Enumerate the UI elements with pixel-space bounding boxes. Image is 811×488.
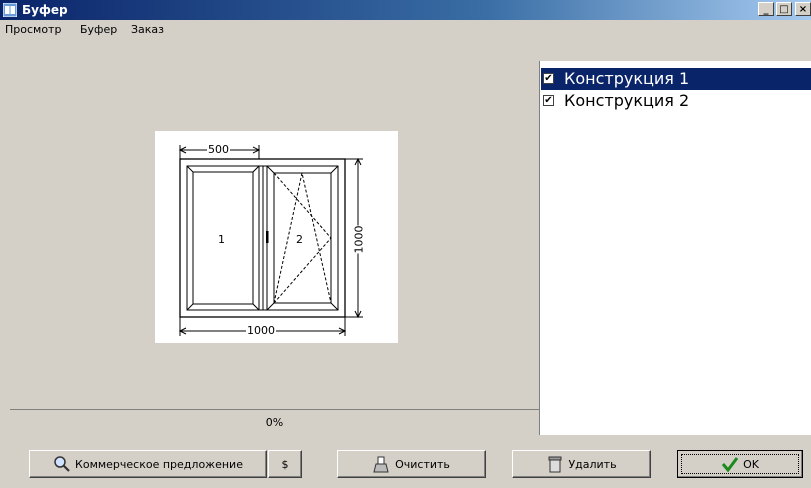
list-item[interactable]: ✔ Конструкция 2 (541, 90, 811, 112)
title-bar: Буфер _ □ × (0, 0, 811, 20)
clear-label: Очистить (395, 457, 450, 471)
menu-order[interactable]: Заказ (131, 23, 164, 36)
currency-button[interactable]: $ (268, 450, 302, 478)
checkbox[interactable]: ✔ (543, 95, 554, 106)
list-item-label: Конструкция 1 (561, 68, 693, 90)
commercial-offer-button[interactable]: Коммерческое предложение (29, 450, 267, 478)
dimension-right-label: 1000 (352, 225, 366, 254)
list-item[interactable]: ✔ Конструкция 1 (541, 68, 811, 90)
minimize-button[interactable]: _ (758, 2, 774, 16)
close-button[interactable]: × (795, 2, 811, 16)
menu-buffer[interactable]: Буфер (80, 23, 117, 36)
menu-bar: Просмотр Буфер Заказ (0, 20, 811, 39)
delete-button[interactable]: Удалить (512, 450, 651, 478)
progress-text: 0% (265, 416, 284, 429)
window-app-icon[interactable] (3, 3, 17, 17)
preview-panel: 500 1000 1000 1 2 (10, 61, 539, 409)
currency-label: $ (281, 457, 289, 471)
ok-label: OK (743, 457, 759, 471)
magnifier-icon (54, 456, 70, 472)
checkmark-icon (721, 457, 739, 473)
construction-list: ✔ Конструкция 1 ✔ Конструкция 2 (541, 61, 811, 435)
sash-1-label: 1 (218, 233, 225, 246)
maximize-button[interactable]: □ (776, 2, 792, 16)
ok-focus-frame: OK (681, 454, 799, 474)
ok-button[interactable]: OK (677, 450, 803, 478)
trash-icon (548, 456, 562, 473)
button-bar: Коммерческое предложение $ Очистить Удал… (0, 438, 811, 488)
progress-status: 0% (10, 409, 539, 436)
clear-button[interactable]: Очистить (337, 450, 486, 478)
broom-icon (373, 456, 389, 473)
window-title: Буфер (22, 3, 68, 17)
checkbox[interactable]: ✔ (543, 73, 554, 84)
dimension-top-label: 500 (207, 143, 230, 156)
menu-view[interactable]: Просмотр (5, 23, 61, 36)
dimension-bottom-label: 1000 (246, 324, 276, 337)
list-item-label: Конструкция 2 (564, 91, 690, 110)
window-drawing: 500 1000 1000 1 2 (155, 131, 398, 343)
commercial-offer-label: Коммерческое предложение (75, 457, 243, 471)
sash-2-label: 2 (296, 233, 303, 246)
delete-label: Удалить (568, 457, 617, 471)
